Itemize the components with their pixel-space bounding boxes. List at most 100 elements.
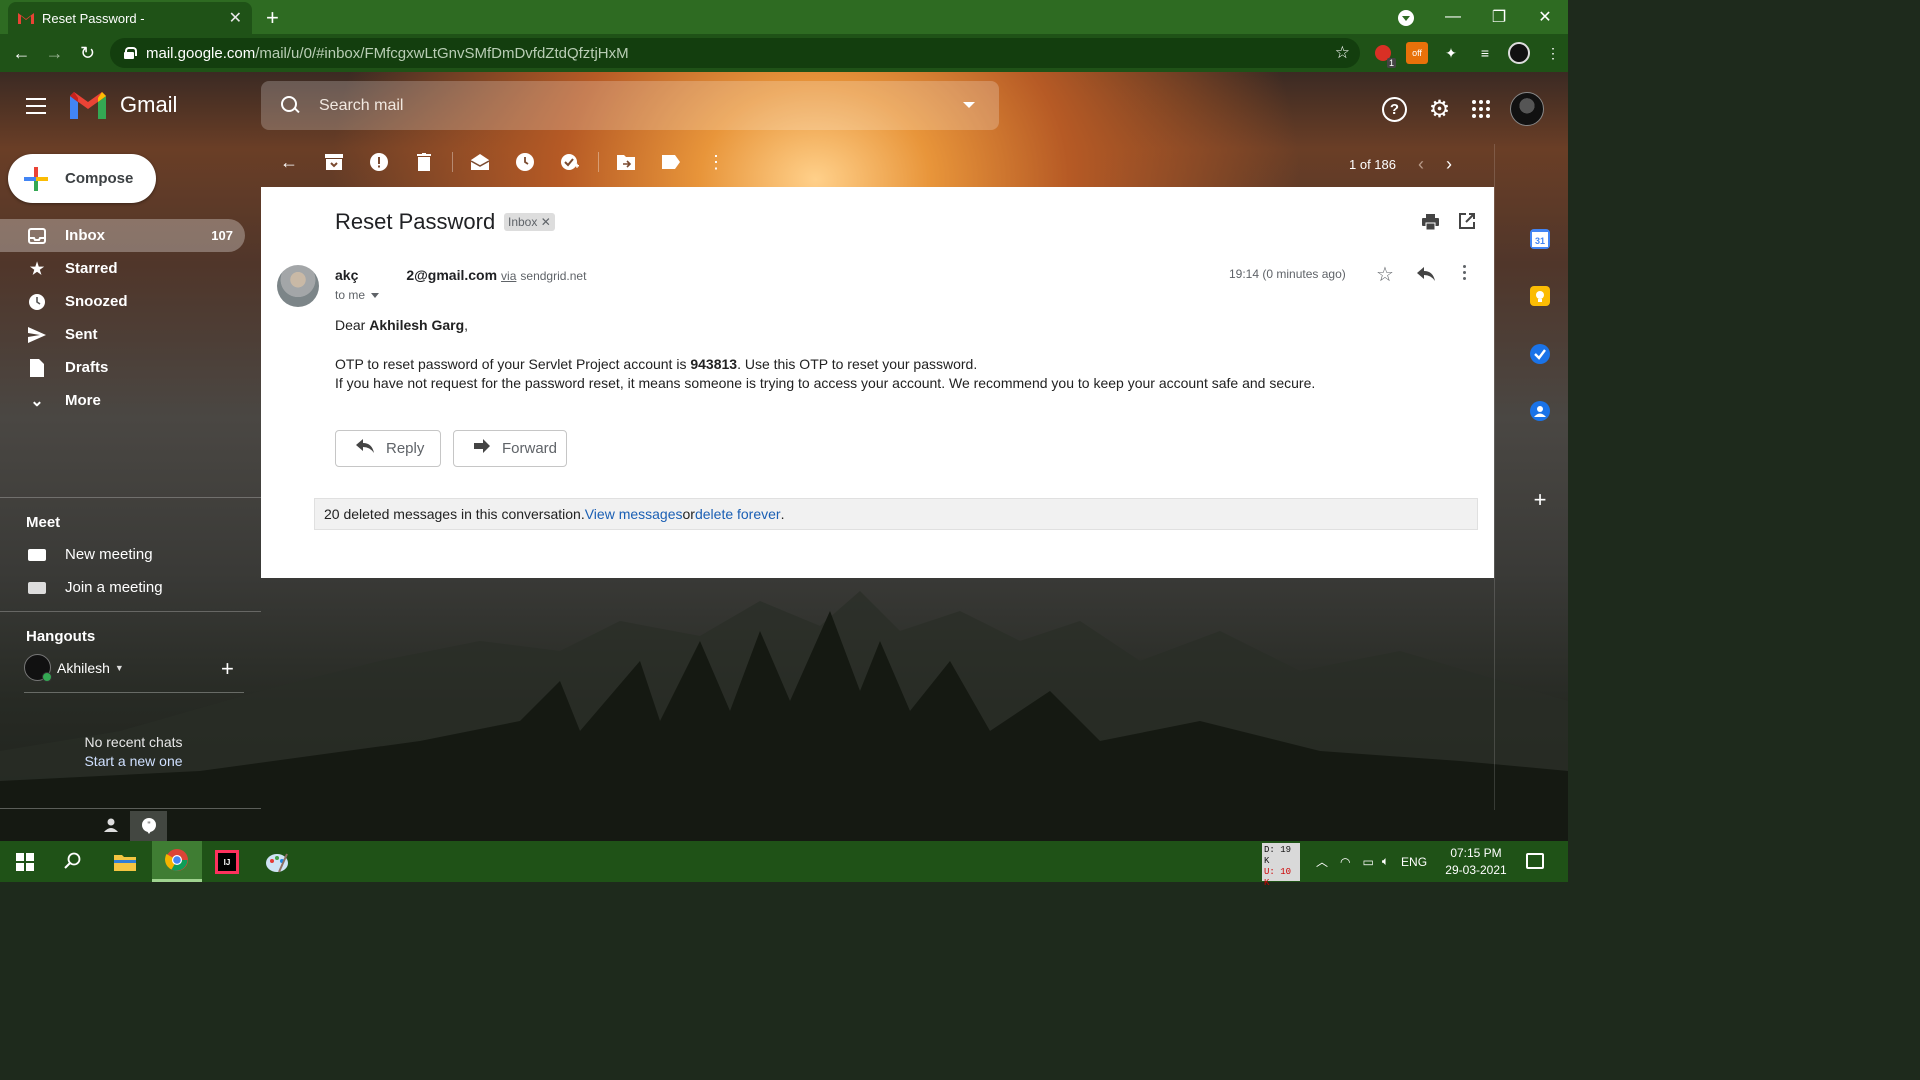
recipient-text: to me (335, 288, 366, 302)
search-icon[interactable] (64, 852, 82, 870)
chrome-menu-icon[interactable]: ⋮ (1542, 42, 1564, 64)
snooze-clock-icon[interactable] (514, 152, 536, 172)
recipient-details[interactable]: to me (335, 288, 380, 302)
reply-arrow-icon (356, 439, 374, 458)
clock-icon (28, 293, 46, 311)
search-icon[interactable] (281, 95, 301, 116)
delete-trash-icon[interactable] (413, 152, 435, 172)
new-meeting-button[interactable]: New meeting (28, 546, 153, 563)
system-tray: D: 19 K U: 10 K ︿ ◠ ▭ 🔈︎ ENG (1262, 841, 1427, 888)
reply-button[interactable]: Reply (335, 430, 441, 467)
puzzle-icon[interactable]: ✦ (1440, 42, 1462, 64)
compose-button[interactable]: Compose (8, 154, 156, 203)
close-window-icon[interactable]: ✕ (1522, 7, 1568, 27)
label-chip-inbox[interactable]: Inbox ✕ (504, 213, 555, 231)
tasks-icon[interactable] (1530, 344, 1550, 364)
open-in-new-window-icon[interactable] (1459, 213, 1475, 229)
extension-discount-icon[interactable]: off (1406, 42, 1428, 64)
contacts-icon[interactable] (1530, 401, 1550, 421)
archive-icon[interactable] (323, 152, 345, 172)
report-spam-icon[interactable] (368, 152, 390, 172)
more-options-icon[interactable]: ⋮ (705, 152, 727, 172)
main-menu-icon[interactable] (26, 98, 46, 119)
google-apps-icon[interactable] (1472, 100, 1490, 118)
intellij-icon[interactable]: IJ (202, 841, 252, 882)
taskbar-clock[interactable]: 07:15 PM 29-03-2021 (1440, 845, 1512, 879)
forward-icon[interactable]: → (38, 43, 71, 64)
chrome-profile-menu-icon[interactable] (1398, 10, 1414, 26)
account-avatar[interactable] (1510, 92, 1544, 126)
star-icon[interactable]: ☆ (1376, 262, 1394, 287)
url-host: mail.google.com (146, 44, 256, 62)
search-options-dropdown-icon[interactable] (963, 102, 975, 108)
add-to-tasks-icon[interactable] (559, 152, 581, 172)
print-icon[interactable] (1422, 214, 1439, 231)
address-bar[interactable]: mail.google.com/mail/u/0/#inbox/FMfcgxwL… (110, 38, 1360, 68)
sidebar-item-more[interactable]: ⌄ More (0, 384, 250, 417)
sidebar-item-snoozed[interactable]: Snoozed (0, 285, 250, 318)
get-addons-plus-icon[interactable]: + (1530, 489, 1550, 511)
sidebar-item-drafts[interactable]: Drafts (0, 351, 250, 384)
battery-icon[interactable]: ▭ (1363, 855, 1374, 869)
search-input[interactable] (319, 96, 939, 115)
via-domain: sendgrid.net (520, 269, 587, 283)
newer-chevron-left-icon[interactable]: ‹ (1418, 154, 1424, 175)
message-more-options-icon[interactable] (1463, 265, 1467, 281)
send-icon (28, 326, 46, 344)
new-tab-icon[interactable]: + (266, 5, 279, 31)
browser-tab[interactable]: Reset Password - ✕ (8, 2, 252, 34)
wifi-icon[interactable]: ◠ (1340, 855, 1350, 869)
via-link[interactable]: via (501, 269, 516, 283)
chevron-up-icon[interactable]: ︿ (1316, 853, 1328, 870)
divider (0, 611, 261, 612)
sidebar-item-starred[interactable]: ★ Starred (0, 252, 250, 285)
older-chevron-right-icon[interactable]: › (1446, 154, 1452, 175)
keep-icon[interactable] (1530, 286, 1550, 306)
pagination: 1 of 186 ‹ › (1349, 154, 1452, 175)
back-to-inbox-icon[interactable]: ← (278, 152, 300, 172)
message-view: Reset Password Inbox ✕ akç 2@gmail.com v… (261, 187, 1494, 578)
windows-start-icon[interactable] (16, 853, 34, 871)
tab-close-icon[interactable]: ✕ (229, 8, 242, 28)
bookmark-star-icon[interactable]: ☆ (1335, 43, 1350, 63)
back-icon[interactable]: ← (5, 43, 38, 64)
maximize-icon[interactable]: ❐ (1476, 7, 1522, 27)
view-messages-link[interactable]: View messages (585, 506, 683, 522)
contacts-icon[interactable] (104, 818, 118, 832)
notifications-icon[interactable] (1526, 853, 1544, 869)
chrome-taskbar-icon[interactable] (152, 841, 202, 882)
delete-forever-link[interactable]: delete forever (695, 506, 781, 522)
sidebar-item-label: More (65, 392, 101, 409)
sender-avatar[interactable] (277, 265, 319, 307)
chat-bubble-icon[interactable]: " (130, 811, 167, 841)
help-icon[interactable]: ? (1382, 96, 1407, 122)
move-to-folder-icon[interactable] (615, 152, 637, 172)
hangouts-user-menu[interactable]: Akhilesh ▼ (24, 654, 124, 682)
join-meeting-button[interactable]: Join a meeting (28, 579, 163, 596)
paint-icon[interactable] (252, 841, 302, 882)
forward-button[interactable]: Forward (453, 430, 567, 467)
reply-arrow-icon[interactable] (1417, 265, 1435, 286)
mark-as-unread-icon[interactable] (469, 152, 491, 172)
gmail-wordmark: Gmail (120, 92, 178, 117)
input-language[interactable]: ENG (1401, 855, 1427, 869)
new-chat-plus-icon[interactable]: + (221, 656, 234, 682)
sidebar-item-inbox[interactable]: Inbox 107 (0, 219, 245, 252)
sidebar-item-sent[interactable]: Sent (0, 318, 250, 351)
deleted-messages-notice: 20 deleted messages in this conversation… (314, 498, 1478, 530)
gear-icon[interactable]: ⚙ (1427, 97, 1452, 122)
label-tag-icon[interactable] (660, 152, 682, 172)
chrome-avatar[interactable] (1508, 42, 1530, 64)
reload-icon[interactable]: ↻ (71, 43, 104, 64)
volume-icon[interactable]: 🔈︎ (1382, 854, 1389, 869)
extension-red-icon[interactable] (1372, 42, 1397, 68)
file-explorer-icon[interactable] (100, 841, 150, 882)
calendar-icon[interactable]: 31 (1530, 229, 1550, 249)
gmail-logo-icon[interactable] (70, 92, 106, 119)
network-monitor[interactable]: D: 19 K U: 10 K (1262, 842, 1300, 888)
media-control-icon[interactable]: ≡ (1474, 42, 1496, 64)
start-new-chat-link[interactable]: Start a new one (0, 753, 267, 769)
browser-toolbar: ← → ↻ mail.google.com/mail/u/0/#inbox/FM… (0, 34, 1568, 72)
minimize-icon[interactable]: — (1430, 8, 1476, 26)
remove-label-close-icon[interactable]: ✕ (541, 215, 551, 229)
